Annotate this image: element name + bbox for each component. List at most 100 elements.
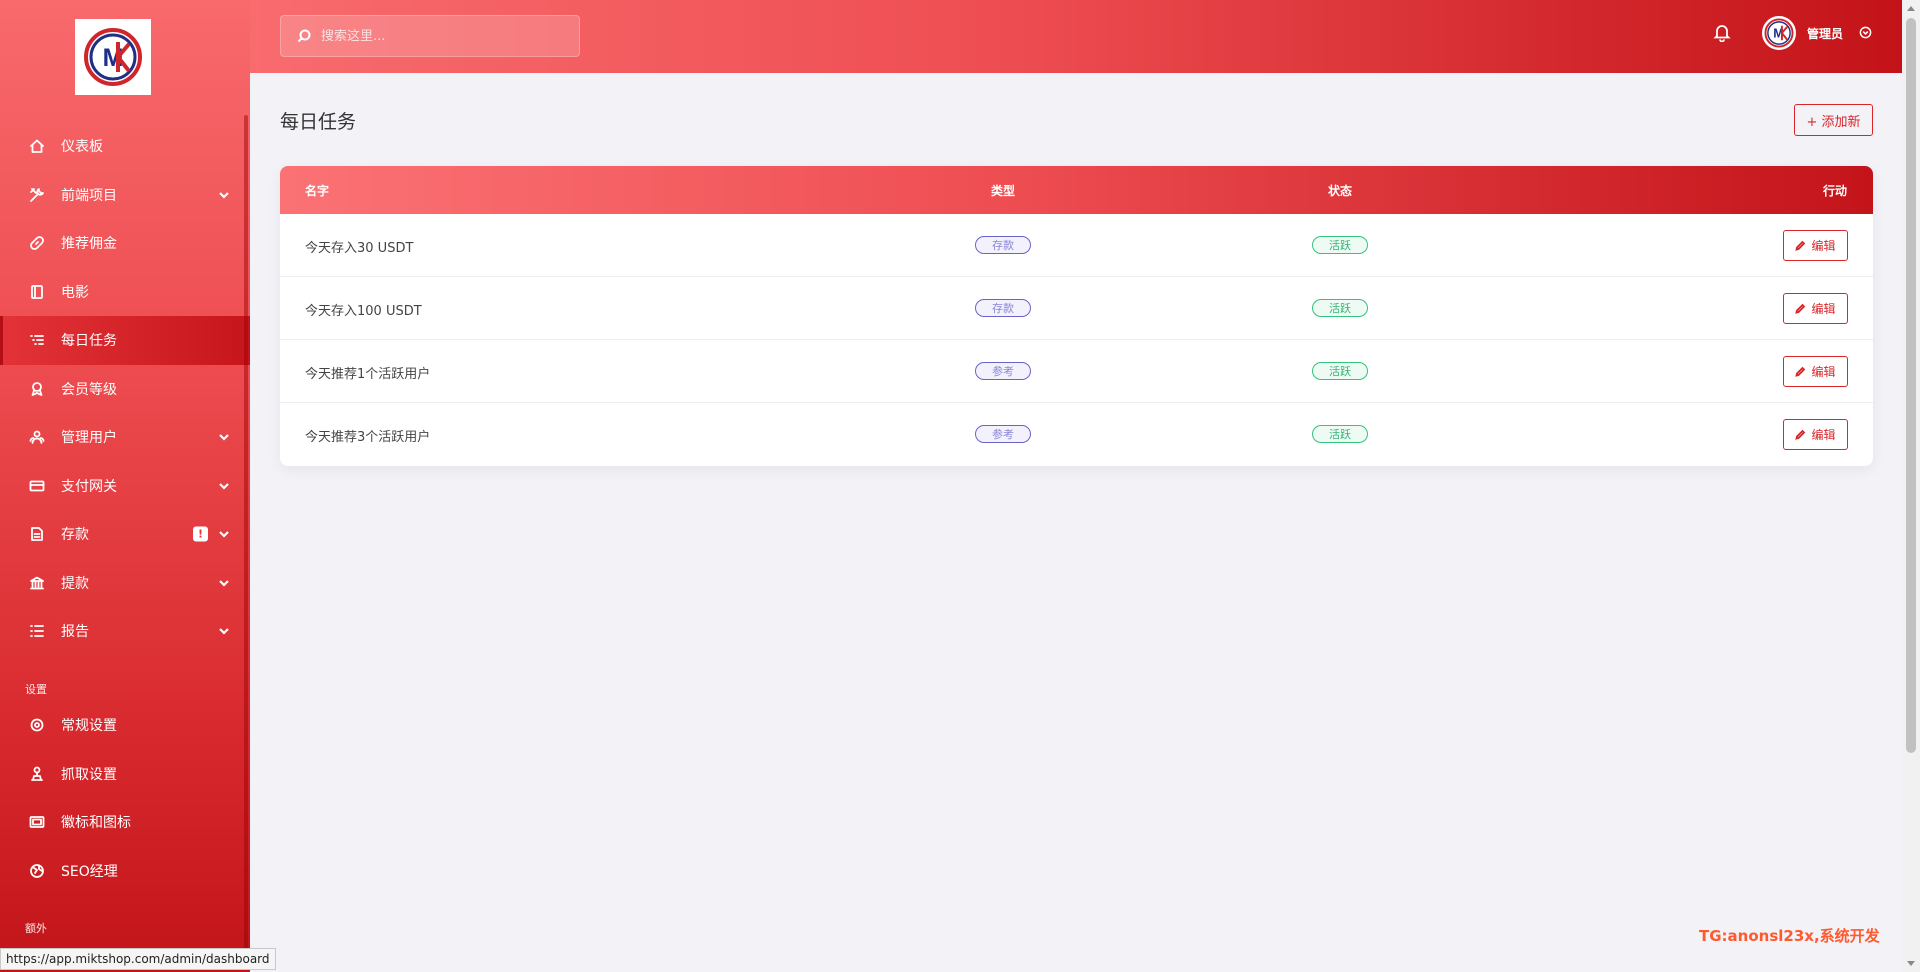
table-row: 今天推荐1个活跃用户 参考 活跃 编辑	[280, 340, 1873, 403]
sidebar-item-label: 管理用户	[61, 430, 117, 447]
alert-badge: !	[193, 526, 208, 542]
task-name: 今天推荐1个活跃用户	[305, 367, 431, 382]
sidebar-item-label: 徽标和图标	[61, 815, 131, 832]
pencil-icon	[1795, 366, 1806, 377]
link-icon	[28, 234, 46, 252]
page-title: 每日任务	[280, 111, 357, 133]
sidebar-item-deposits[interactable]: 存款 !	[0, 510, 250, 559]
sidebar-item-label: 会员等级	[61, 381, 117, 398]
pencil-icon	[1795, 303, 1806, 314]
top-header: M 管理员	[250, 0, 1902, 73]
edit-button-label: 编辑	[1811, 428, 1836, 442]
add-new-button[interactable]: + 添加新	[1794, 104, 1873, 136]
search-icon	[297, 29, 311, 43]
status-badge: 活跃	[1312, 236, 1368, 254]
avatar[interactable]: M	[1762, 16, 1796, 50]
sidebar-section-extra: 额外	[25, 922, 47, 935]
sidebar-item-crawl-settings[interactable]: 抓取设置	[0, 750, 250, 799]
chevron-down-icon	[218, 480, 230, 492]
table-row: 今天存入30 USDT 存款 活跃 编辑	[280, 214, 1873, 277]
sidebar-item-general-settings[interactable]: 常规设置	[0, 701, 250, 750]
scroll-up-arrow-icon[interactable]	[1907, 6, 1915, 11]
sidebar-item-withdrawals[interactable]: 提款	[0, 559, 250, 608]
type-badge: 参考	[975, 362, 1031, 380]
status-badge: 活跃	[1312, 362, 1368, 380]
bank-icon	[28, 574, 46, 592]
column-header-type: 类型	[991, 184, 1016, 198]
sidebar-item-frontend[interactable]: 前端项目	[0, 171, 250, 220]
chevron-down-icon	[218, 431, 230, 443]
chevron-down-icon	[218, 528, 230, 540]
type-badge: 参考	[975, 425, 1031, 443]
list-icon	[28, 331, 46, 349]
sidebar-item-referral[interactable]: 推荐佣金	[0, 219, 250, 268]
pencil-icon	[1795, 429, 1806, 440]
sidebar-item-label: 提款	[61, 575, 89, 592]
pencil-icon	[1795, 240, 1806, 251]
table-header: 名字 类型 状态 行动	[280, 166, 1873, 214]
sidebar-section-settings: 设置	[25, 683, 47, 696]
chevron-circle-down-icon[interactable]	[1859, 26, 1873, 40]
sidebar: M 仪表板 前端项目 推荐佣金 电影 每日任务 会员等级 管理用户 支付网关 存…	[0, 0, 250, 972]
scroll-down-arrow-icon[interactable]	[1907, 961, 1915, 966]
chevron-down-icon	[218, 189, 230, 201]
mk-logo-icon: M	[84, 28, 142, 86]
sidebar-item-label: 推荐佣金	[61, 236, 117, 253]
sidebar-item-label: 仪表板	[61, 139, 103, 156]
sidebar-item-payment-gateway[interactable]: 支付网关	[0, 462, 250, 511]
edit-button[interactable]: 编辑	[1783, 230, 1848, 261]
search-box[interactable]	[280, 15, 580, 57]
film-icon	[28, 283, 46, 301]
brand-logo[interactable]: M	[75, 19, 151, 95]
sidebar-scrollbar[interactable]	[244, 115, 248, 955]
sidebar-item-label: 电影	[61, 284, 89, 301]
status-badge: 活跃	[1312, 425, 1368, 443]
sidebar-item-label: 常规设置	[61, 718, 117, 735]
deposit-icon	[28, 525, 46, 543]
notification-bell-icon[interactable]	[1712, 22, 1734, 44]
sidebar-item-logo-icons[interactable]: 徽标和图标	[0, 798, 250, 847]
users-icon	[28, 428, 46, 446]
sidebar-item-label: 每日任务	[61, 333, 117, 350]
scrollbar-thumb[interactable]	[1906, 18, 1916, 753]
search-input[interactable]	[321, 28, 561, 44]
edit-button-label: 编辑	[1811, 365, 1836, 379]
type-badge: 存款	[975, 236, 1031, 254]
sidebar-nav: 仪表板 前端项目 推荐佣金 电影 每日任务 会员等级 管理用户 支付网关 存款 …	[0, 122, 250, 656]
edit-button-label: 编辑	[1811, 302, 1836, 316]
crawl-icon	[28, 765, 46, 783]
sidebar-item-dashboard[interactable]: 仪表板	[0, 122, 250, 171]
sidebar-item-member-levels[interactable]: 会员等级	[0, 365, 250, 414]
chevron-down-icon	[218, 577, 230, 589]
edit-button-label: 编辑	[1811, 239, 1836, 253]
type-badge: 存款	[975, 299, 1031, 317]
browser-status-url: https://app.miktshop.com/admin/dashboard	[0, 948, 276, 970]
sidebar-item-manage-users[interactable]: 管理用户	[0, 413, 250, 462]
mk-logo-icon: M	[1764, 18, 1794, 48]
sidebar-item-daily-tasks[interactable]: 每日任务	[0, 316, 250, 365]
globe-icon	[28, 862, 46, 880]
settings-icon	[28, 716, 46, 734]
user-name[interactable]: 管理员	[1807, 25, 1843, 42]
watermark-text: TG:anonsl23x,系统开发	[1699, 927, 1880, 945]
table-row: 今天存入100 USDT 存款 活跃 编辑	[280, 277, 1873, 340]
table-row: 今天推荐3个活跃用户 参考 活跃 编辑	[280, 403, 1873, 466]
sidebar-item-movies[interactable]: 电影	[0, 268, 250, 317]
task-name: 今天存入100 USDT	[305, 304, 422, 319]
page-scrollbar[interactable]	[1902, 0, 1920, 972]
sidebar-item-reports[interactable]: 报告	[0, 607, 250, 656]
column-header-status: 状态	[1328, 184, 1353, 198]
sidebar-item-label: 抓取设置	[61, 766, 117, 783]
status-badge: 活跃	[1312, 299, 1368, 317]
task-name: 今天存入30 USDT	[305, 241, 414, 256]
image-icon	[28, 813, 46, 831]
report-icon	[28, 622, 46, 640]
card-icon	[28, 477, 46, 495]
award-icon	[28, 380, 46, 398]
column-header-name: 名字	[305, 184, 330, 198]
edit-button[interactable]: 编辑	[1783, 419, 1848, 450]
sidebar-item-label: 前端项目	[61, 187, 117, 204]
edit-button[interactable]: 编辑	[1783, 293, 1848, 324]
edit-button[interactable]: 编辑	[1783, 356, 1848, 387]
sidebar-item-seo-manager[interactable]: SEO经理	[0, 847, 250, 896]
